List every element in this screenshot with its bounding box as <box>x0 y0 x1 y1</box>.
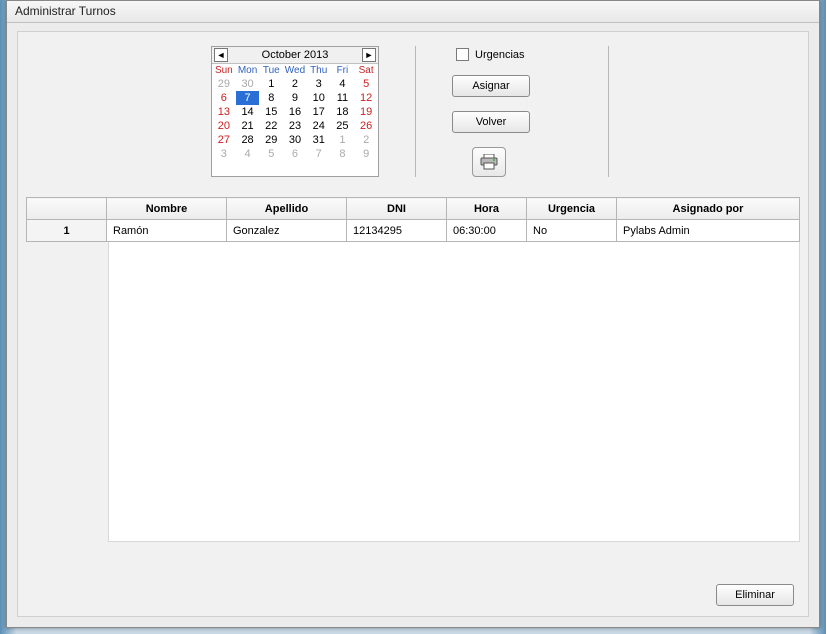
cell-dni[interactable]: 12134295 <box>347 220 447 242</box>
calendar-day[interactable]: 31 <box>307 133 331 147</box>
table-container: Nombre Apellido DNI Hora Urgencia Asigna… <box>26 197 800 242</box>
col-hora[interactable]: Hora <box>447 198 527 220</box>
col-asignado[interactable]: Asignado por <box>617 198 800 220</box>
calendar-day[interactable]: 30 <box>283 133 307 147</box>
calendar-dow: Fri <box>331 64 355 77</box>
calendar-next-icon[interactable]: ► <box>362 48 376 62</box>
calendar[interactable]: ◄ October 2013 ► SunMonTueWedThuFriSat29… <box>211 46 379 177</box>
calendar-day[interactable]: 4 <box>331 77 355 91</box>
window-title: Administrar Turnos <box>15 4 116 18</box>
calendar-day[interactable]: 28 <box>236 133 260 147</box>
calendar-dow: Thu <box>307 64 331 77</box>
calendar-day[interactable]: 24 <box>307 119 331 133</box>
table-empty-area <box>108 242 800 542</box>
calendar-day[interactable]: 7 <box>236 91 260 105</box>
urgencias-label: Urgencias <box>475 49 525 61</box>
content-area: ◄ October 2013 ► SunMonTueWedThuFriSat29… <box>17 31 809 617</box>
calendar-day[interactable]: 10 <box>307 91 331 105</box>
calendar-day[interactable]: 1 <box>331 133 355 147</box>
calendar-day[interactable]: 4 <box>236 147 260 161</box>
urgencias-row: Urgencias <box>456 48 572 61</box>
calendar-day[interactable]: 26 <box>354 119 378 133</box>
calendar-header: ◄ October 2013 ► <box>212 47 378 64</box>
calendar-title: October 2013 <box>262 49 329 61</box>
calendar-day[interactable]: 12 <box>354 91 378 105</box>
controls-panel: Urgencias Asignar Volver <box>452 46 572 177</box>
calendar-dow: Tue <box>259 64 283 77</box>
printer-icon <box>480 154 498 170</box>
calendar-day[interactable]: 23 <box>283 119 307 133</box>
table-header-row: Nombre Apellido DNI Hora Urgencia Asigna… <box>27 198 800 220</box>
calendar-day[interactable]: 29 <box>259 133 283 147</box>
asignar-button[interactable]: Asignar <box>452 75 530 97</box>
calendar-day[interactable]: 1 <box>259 77 283 91</box>
vertical-separator <box>415 46 416 177</box>
calendar-day[interactable]: 11 <box>331 91 355 105</box>
calendar-day[interactable]: 6 <box>212 91 236 105</box>
print-button[interactable] <box>472 147 506 177</box>
footer: Eliminar <box>716 584 794 606</box>
col-urgencia[interactable]: Urgencia <box>527 198 617 220</box>
calendar-day[interactable]: 13 <box>212 105 236 119</box>
calendar-grid: SunMonTueWedThuFriSat2930123456789101112… <box>212 64 378 161</box>
calendar-day[interactable]: 30 <box>236 77 260 91</box>
calendar-dow: Mon <box>236 64 260 77</box>
calendar-day[interactable]: 3 <box>212 147 236 161</box>
calendar-day[interactable]: 16 <box>283 105 307 119</box>
vertical-separator <box>608 46 609 177</box>
calendar-day[interactable]: 27 <box>212 133 236 147</box>
calendar-day[interactable]: 8 <box>259 91 283 105</box>
cell-urgencia[interactable]: No <box>527 220 617 242</box>
calendar-day[interactable]: 9 <box>354 147 378 161</box>
calendar-day[interactable]: 5 <box>259 147 283 161</box>
calendar-day[interactable]: 25 <box>331 119 355 133</box>
calendar-day[interactable]: 6 <box>283 147 307 161</box>
calendar-day[interactable]: 2 <box>354 133 378 147</box>
calendar-day[interactable]: 8 <box>331 147 355 161</box>
calendar-day[interactable]: 22 <box>259 119 283 133</box>
table-row[interactable]: 1RamónGonzalez1213429506:30:00NoPylabs A… <box>27 220 800 242</box>
calendar-day[interactable]: 9 <box>283 91 307 105</box>
calendar-day[interactable]: 20 <box>212 119 236 133</box>
calendar-day[interactable]: 29 <box>212 77 236 91</box>
calendar-day[interactable]: 21 <box>236 119 260 133</box>
calendar-day[interactable]: 5 <box>354 77 378 91</box>
calendar-day[interactable]: 3 <box>307 77 331 91</box>
calendar-dow: Sun <box>212 64 236 77</box>
calendar-day[interactable]: 18 <box>331 105 355 119</box>
calendar-dow: Wed <box>283 64 307 77</box>
top-controls: ◄ October 2013 ► SunMonTueWedThuFriSat29… <box>18 32 808 187</box>
calendar-dow: Sat <box>354 64 378 77</box>
calendar-day[interactable]: 14 <box>236 105 260 119</box>
cell-rownum[interactable]: 1 <box>27 220 107 242</box>
cell-nombre[interactable]: Ramón <box>107 220 227 242</box>
eliminar-button[interactable]: Eliminar <box>716 584 794 606</box>
cell-asignado[interactable]: Pylabs Admin <box>617 220 800 242</box>
calendar-day[interactable]: 7 <box>307 147 331 161</box>
volver-button[interactable]: Volver <box>452 111 530 133</box>
col-apellido[interactable]: Apellido <box>227 198 347 220</box>
col-dni[interactable]: DNI <box>347 198 447 220</box>
titlebar[interactable]: Administrar Turnos <box>7 1 819 23</box>
urgencias-checkbox[interactable] <box>456 48 469 61</box>
calendar-prev-icon[interactable]: ◄ <box>214 48 228 62</box>
calendar-day[interactable]: 15 <box>259 105 283 119</box>
col-nombre[interactable]: Nombre <box>107 198 227 220</box>
calendar-day[interactable]: 2 <box>283 77 307 91</box>
cell-hora[interactable]: 06:30:00 <box>447 220 527 242</box>
calendar-day[interactable]: 17 <box>307 105 331 119</box>
cell-apellido[interactable]: Gonzalez <box>227 220 347 242</box>
calendar-day[interactable]: 19 <box>354 105 378 119</box>
col-rownum[interactable] <box>27 198 107 220</box>
appointments-table[interactable]: Nombre Apellido DNI Hora Urgencia Asigna… <box>26 197 800 242</box>
app-window: Administrar Turnos ◄ October 2013 ► SunM… <box>6 0 820 628</box>
